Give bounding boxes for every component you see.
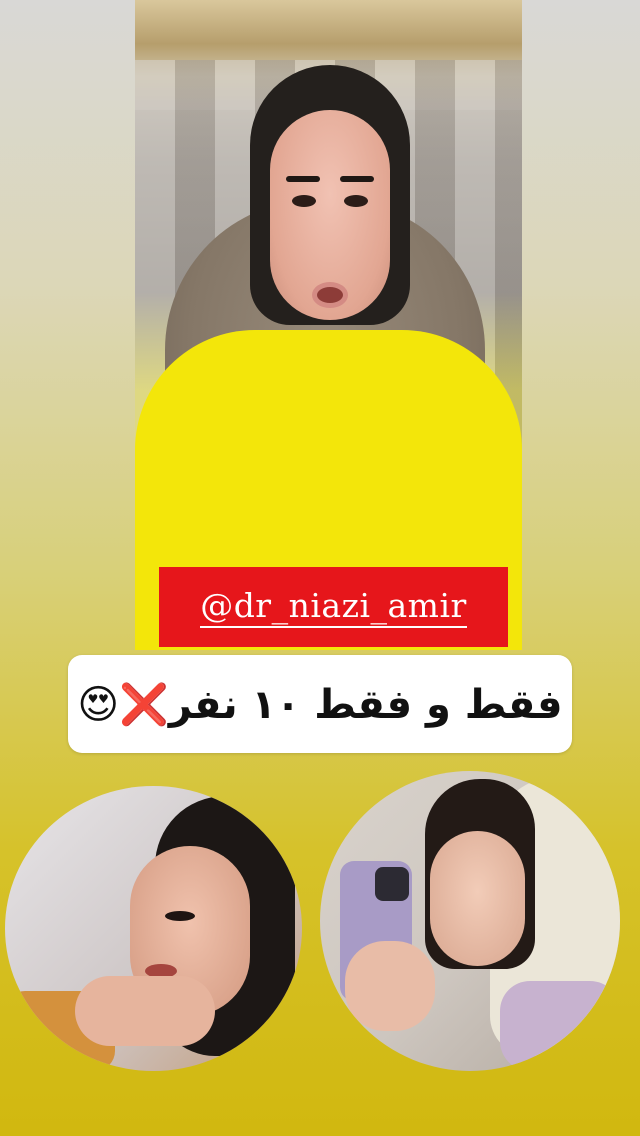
before-photo-circle xyxy=(5,786,302,1071)
hand xyxy=(345,941,435,1031)
phone-camera xyxy=(375,867,409,901)
hand xyxy=(75,976,215,1046)
right-eye xyxy=(344,195,368,207)
handle-mention-sticker[interactable]: @dr_niazi_amir xyxy=(159,567,508,647)
left-brow xyxy=(286,176,320,182)
caption-text: فقط و فقط ۱۰ نفر❌😍 xyxy=(77,681,563,728)
left-eye xyxy=(292,195,316,207)
face xyxy=(430,831,525,966)
after-photo-circle xyxy=(320,771,620,1071)
right-brow xyxy=(340,176,374,182)
eye xyxy=(165,911,195,921)
handle-text: @dr_niazi_amir xyxy=(200,586,467,628)
caption-sticker: فقط و فقط ۱۰ نفر❌😍 xyxy=(68,655,572,753)
face xyxy=(270,110,390,320)
shirt xyxy=(500,981,620,1071)
main-video-frame xyxy=(135,0,522,650)
mouth xyxy=(312,282,348,308)
